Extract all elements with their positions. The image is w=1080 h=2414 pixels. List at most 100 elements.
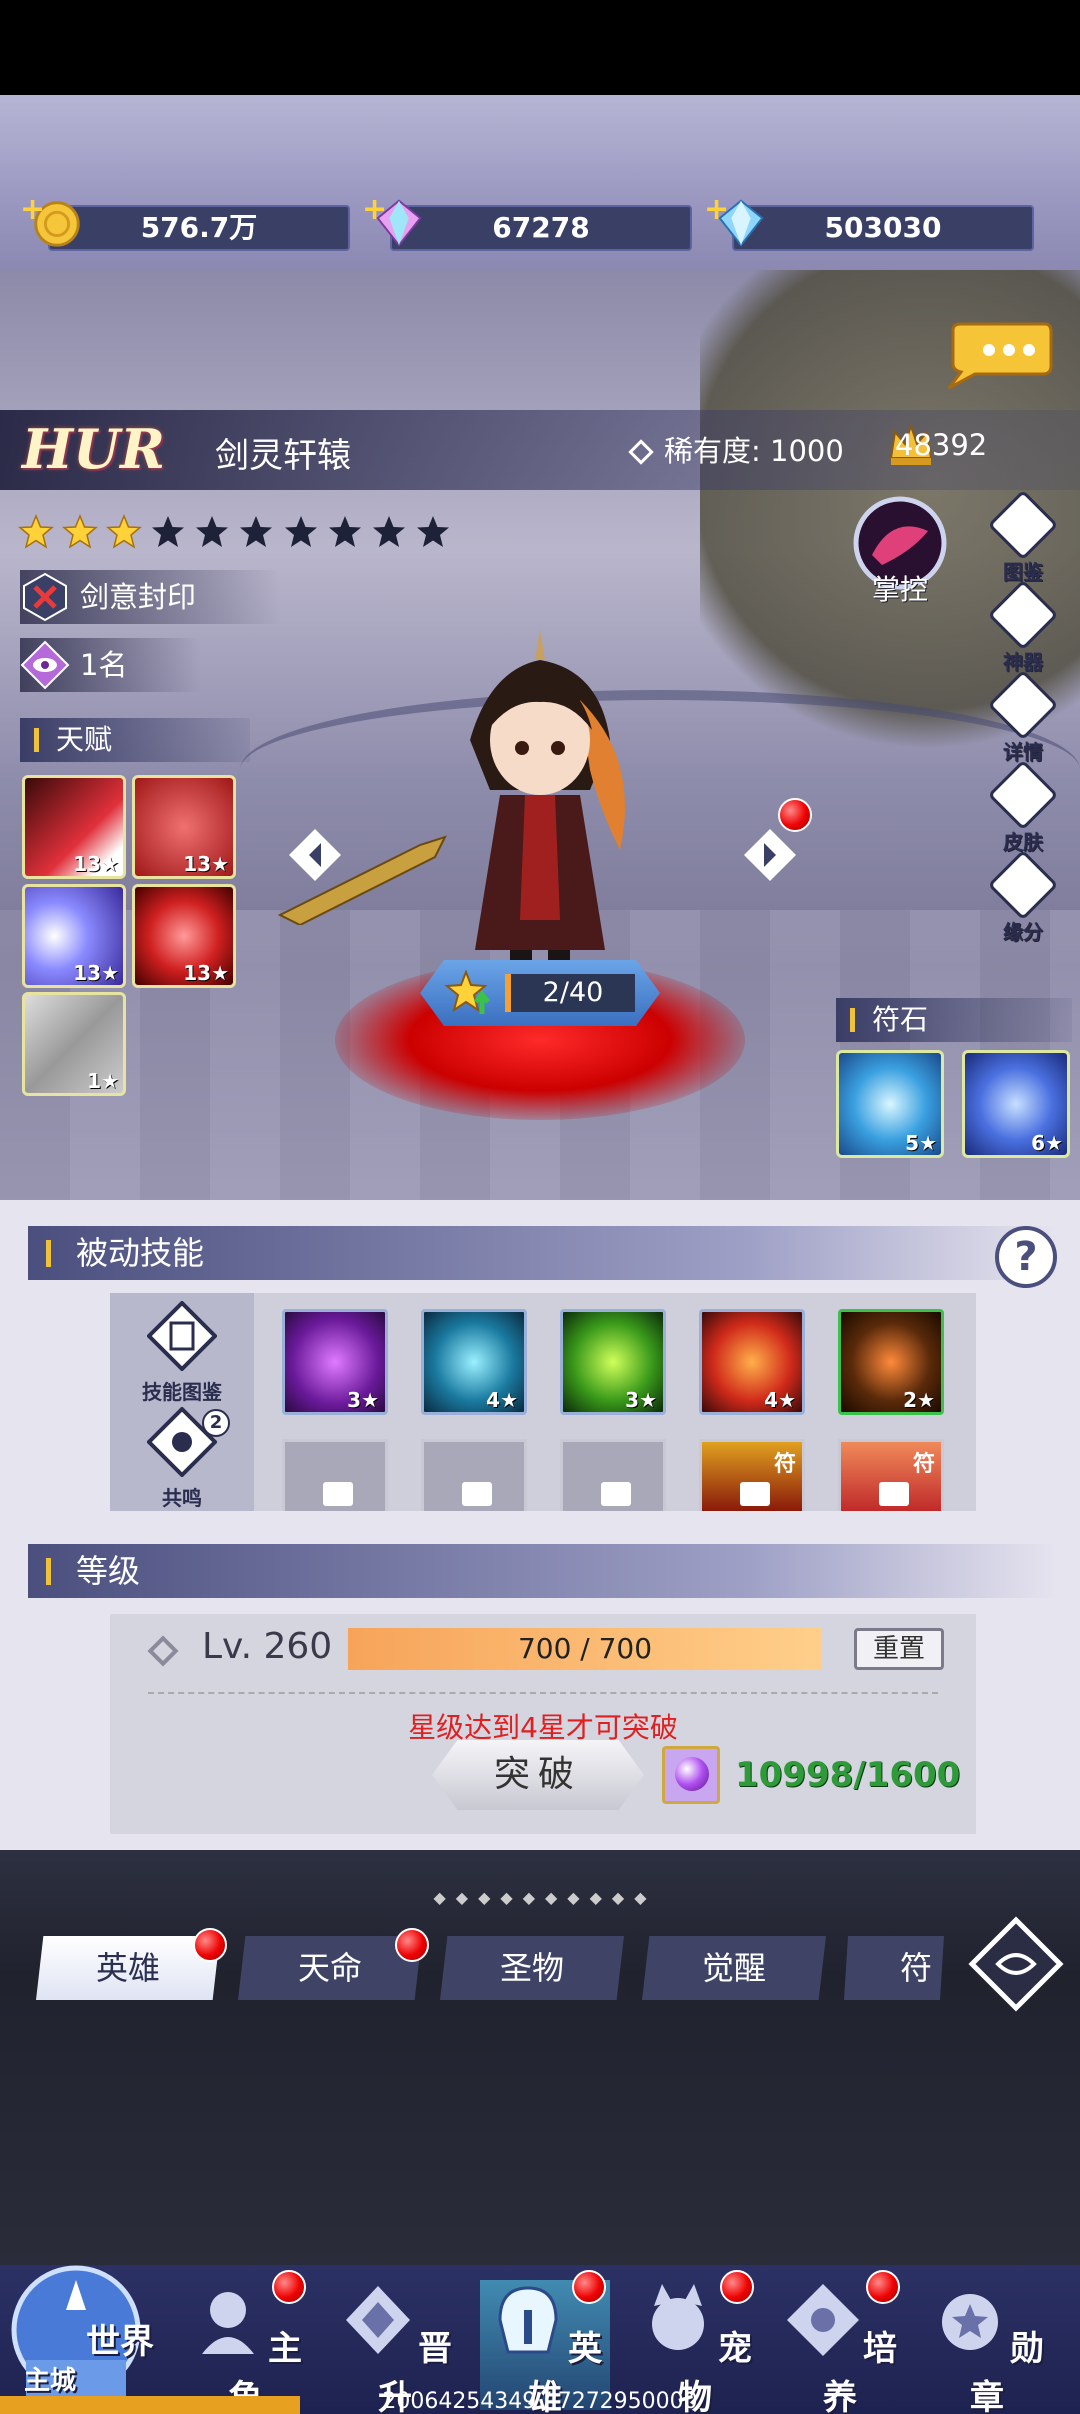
hero-name: 剑灵轩辕	[215, 436, 351, 476]
side-menu-artifact[interactable]: 神器	[987, 579, 1059, 674]
add-blue-diamond-icon[interactable]: +	[704, 189, 729, 231]
locked-skill-slot[interactable]	[560, 1439, 666, 1511]
star-filled-icon	[18, 514, 54, 549]
nav-notification-dot	[866, 2270, 900, 2304]
passive-skill-slot[interactable]: 3★	[560, 1309, 666, 1415]
talent-level: 1	[87, 1069, 102, 1093]
star-empty-icon	[196, 516, 229, 547]
seal-icon	[23, 572, 67, 622]
talent-level: 13	[73, 961, 102, 985]
talent-slot[interactable]: 13★	[22, 775, 126, 879]
resonance-button[interactable]: 共鸣 2	[136, 1406, 230, 1510]
add-gold-icon[interactable]: +	[20, 189, 45, 231]
star-row	[18, 514, 454, 558]
world-button[interactable]: 世界 主城	[6, 2210, 166, 2410]
rarity: 稀有度: 1000	[628, 428, 844, 470]
rarity-label: 稀有度:	[664, 434, 761, 468]
codex-icon	[987, 489, 1059, 561]
level-text: Lv. 260	[202, 1626, 333, 1667]
next-hero-arrow-icon[interactable]	[740, 825, 800, 885]
tab-rune[interactable]: 符文	[844, 1936, 944, 2000]
rune-tag: 符	[912, 1452, 935, 1477]
medal-icon	[942, 2294, 998, 2350]
more-tabs-icon[interactable]	[968, 1916, 1064, 2012]
artifact-icon	[987, 579, 1059, 651]
ornament-divider: ◆◆◆◆◆◆◆◆◆◆	[433, 1888, 657, 1907]
skill-level: 3	[625, 1388, 640, 1412]
level-panel: Lv. 260 700 / 700 重置 星级达到4星才可突破 突破 10998…	[110, 1614, 976, 1834]
star-upgrade-bar[interactable]: 2/40	[420, 960, 660, 1026]
locked-skill-slot[interactable]	[282, 1439, 388, 1511]
nav-notification-dot	[272, 2270, 306, 2304]
side-menu-codex[interactable]: 图鉴	[987, 489, 1059, 584]
seal-tag[interactable]: 剑意封印	[20, 570, 280, 624]
skill-level: 2	[903, 1388, 918, 1412]
skill-level: 4	[486, 1388, 501, 1412]
blue-diamond-resource[interactable]: + 503030	[704, 192, 1034, 251]
hero-screen: + 576.7万 + 67278 + 503030 HUR 剑灵轩辕 稀有度: …	[0, 0, 1080, 2414]
star-filled-icon	[62, 514, 99, 549]
seal-label: 剑意封印	[80, 580, 197, 614]
footer-counter: 20064254349 / 7272950000	[382, 2389, 698, 2414]
star-empty-icon	[416, 516, 449, 547]
reset-button[interactable]: 重置	[854, 1628, 944, 1670]
rarity-value: 1000	[770, 434, 844, 468]
hero-scene: HUR 剑灵轩辕 稀有度: 1000 48392 剑意封印 1名 天赋 13★ …	[0, 270, 1080, 1200]
rune-tag: 符	[773, 1452, 796, 1477]
add-rainbow-diamond-icon[interactable]: +	[362, 189, 387, 231]
talent-level: 13	[73, 852, 102, 876]
side-menu-details[interactable]: 详情	[987, 669, 1059, 764]
talent-slot[interactable]: 1★	[22, 992, 126, 1096]
tab-notification-dot	[193, 1928, 227, 1962]
tab-awaken[interactable]: 觉醒	[642, 1936, 826, 2000]
tabs-area	[0, 1850, 1080, 2270]
skill-book-icon	[146, 1300, 218, 1372]
rank-position: 1名	[80, 648, 128, 682]
side-menu-bond[interactable]: 缘分	[987, 849, 1059, 944]
hero-character[interactable]	[430, 590, 650, 1010]
passive-skill-slot[interactable]: 4★	[421, 1309, 527, 1415]
chat-bubble-icon[interactable]	[945, 320, 1053, 390]
rune-slot[interactable]: 5★	[836, 1050, 944, 1158]
rank-tag[interactable]: 1名	[20, 638, 200, 692]
hero-helmet-icon	[498, 2286, 558, 2354]
side-menu-skin[interactable]: 皮肤	[987, 759, 1059, 854]
rune-skill-slot[interactable]: 符	[699, 1439, 805, 1511]
star-empty-icon	[240, 516, 273, 547]
skill-codex-button[interactable]: 技能图鉴	[136, 1300, 228, 1404]
rune-skill-slot[interactable]: 符	[838, 1439, 944, 1511]
passive-skill-slot[interactable]: 2★	[838, 1309, 944, 1415]
passive-skill-header: 被动技能	[28, 1226, 1058, 1280]
world-label: 世界	[86, 2322, 154, 2362]
prev-hero-arrow-icon[interactable]	[285, 825, 345, 885]
blue-diamond-value: 503030	[824, 211, 942, 244]
rune-slot[interactable]: 6★	[962, 1050, 1070, 1158]
control-label: 掌控	[871, 573, 928, 606]
star-empty-icon	[284, 516, 317, 547]
breakthrough-button[interactable]: 突破	[432, 1740, 644, 1810]
nav-notification-dot	[572, 2270, 606, 2304]
passive-skill-slot[interactable]: 4★	[699, 1309, 805, 1415]
purple-orb-icon	[662, 1746, 720, 1804]
eye-rank-icon	[20, 640, 70, 690]
rune-level: 5	[905, 1131, 920, 1155]
gold-resource[interactable]: + 576.7万	[20, 192, 350, 251]
talent-slot[interactable]: 13★	[132, 884, 236, 988]
locked-skill-slot[interactable]	[421, 1439, 527, 1511]
next-hero-notification-dot	[778, 798, 812, 832]
level-diamond-icon	[147, 1635, 179, 1667]
hero-rank-badge: HUR	[22, 417, 165, 481]
tab-notification-dot	[395, 1928, 429, 1962]
talent-slot[interactable]: 13★	[22, 884, 126, 988]
rune-level: 6	[1031, 1131, 1046, 1155]
rainbow-diamond-resource[interactable]: + 67278	[362, 192, 692, 251]
skill-book-label: 技能图鉴	[142, 1380, 222, 1404]
help-button[interactable]: ?	[995, 1226, 1057, 1288]
skill-level: 3	[347, 1388, 362, 1412]
talent-slot[interactable]: 13★	[132, 775, 236, 879]
passive-skill-slot[interactable]: 3★	[282, 1309, 388, 1415]
rarity-diamond-icon	[628, 439, 654, 465]
tab-relic[interactable]: 圣物	[440, 1936, 624, 2000]
rainbow-diamond-value: 67278	[492, 211, 590, 244]
resonance-label: 共鸣	[162, 1486, 202, 1510]
